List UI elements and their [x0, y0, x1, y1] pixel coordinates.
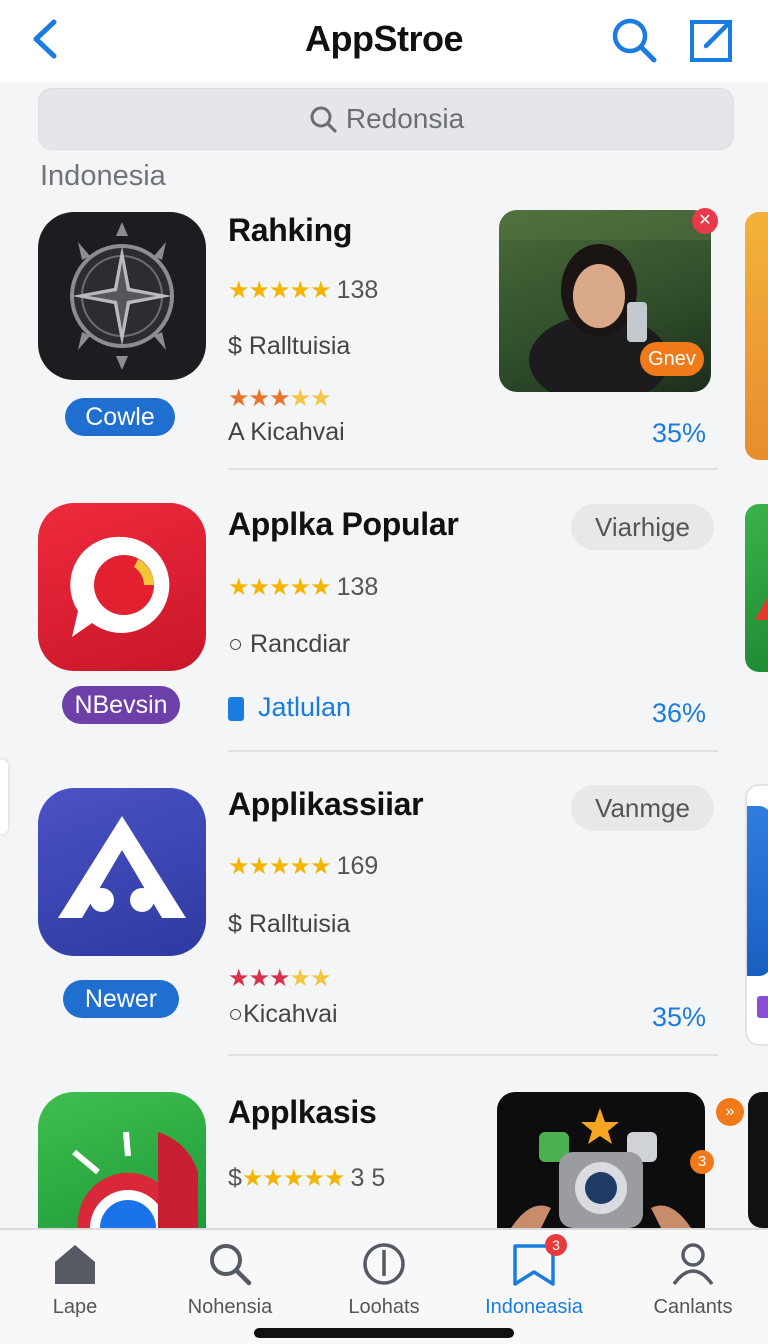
app-name[interactable]: Applkasis	[228, 1094, 377, 1131]
next-item-peek[interactable]	[745, 784, 768, 1046]
dollar-icon: $	[228, 910, 249, 938]
app-link-text: Jatlulan	[258, 692, 352, 722]
header: AppStroe	[0, 0, 768, 82]
rating-row: $ ★★★★★ 3 5	[228, 1164, 385, 1193]
compose-button[interactable]	[686, 14, 738, 66]
tab-label: Loohats	[348, 1296, 420, 1318]
app-meta-text: Kicahvai	[243, 1000, 338, 1028]
percent-label: 35%	[651, 418, 706, 448]
app-meta-text: Rancdiar	[250, 630, 351, 658]
app-meta: ○ Rancdiar	[228, 630, 350, 659]
person-icon	[672, 1243, 714, 1286]
app-name[interactable]: Applikassiiar	[228, 786, 424, 823]
search-placeholder: Redonsia	[345, 103, 465, 134]
secondary-rating: ★★★★★	[228, 964, 337, 993]
tab-search[interactable]: Nohensia	[155, 1242, 305, 1332]
tab-label: Canlants	[653, 1296, 733, 1318]
star-rating: ★★★★★	[228, 385, 332, 412]
app-pill[interactable]: Cowle	[65, 398, 175, 436]
compass-icon	[70, 222, 174, 370]
phone-icon	[228, 696, 244, 721]
compose-icon	[690, 19, 733, 62]
star-rating: ★★★★★	[241, 1165, 346, 1192]
dollar-icon: $	[228, 1164, 242, 1192]
tab-home[interactable]: Lapе	[0, 1242, 150, 1332]
next-item-peek[interactable]	[745, 212, 768, 460]
divider	[228, 750, 718, 752]
app-meta-text: Ralltuisia	[248, 332, 351, 360]
app-pill[interactable]: Newer	[63, 980, 179, 1018]
app-meta: $ Ralltuisia	[228, 910, 350, 939]
thumbnail-label[interactable]: Gnev	[640, 342, 704, 376]
percent-label: 36%	[651, 698, 706, 728]
app-meta: $ Ralltuisia	[228, 332, 350, 361]
tab-indonesia[interactable]: 3 Indoneasia	[459, 1234, 609, 1332]
circle-icon: ○	[228, 630, 251, 658]
browser-icon	[72, 1131, 198, 1228]
rating-row: ★★★★★ 138	[228, 573, 378, 602]
clock-icon	[363, 1243, 405, 1285]
search-icon	[210, 1244, 252, 1286]
forward-icon[interactable]: »	[716, 1098, 744, 1126]
close-icon[interactable]: ✕	[692, 208, 718, 234]
a-app-icon[interactable]	[38, 788, 206, 956]
next-item-peek[interactable]	[745, 504, 768, 672]
percent-label: 35%	[651, 1002, 706, 1032]
chat-app-icon[interactable]	[38, 503, 206, 671]
next-item-peek[interactable]	[748, 1092, 768, 1228]
tab-bar: Lapе Nohensia Loohats 3 Indoneasia Canla…	[0, 1228, 768, 1344]
rating-row: ★★★★★ 138	[228, 276, 378, 305]
section-label: Indonesia	[40, 160, 166, 192]
app-meta: ○Kicahvai	[228, 1000, 338, 1029]
left-edge-peek[interactable]	[0, 760, 8, 834]
app-name[interactable]: Applka Popular	[228, 506, 459, 543]
tab-label: Nohensia	[187, 1296, 273, 1318]
preview-thumbnail[interactable]	[497, 1092, 705, 1228]
star-rating: ★★★★★	[228, 574, 332, 601]
tab-accounts[interactable]: Canlants	[618, 1242, 768, 1332]
secondary-rating: ★★★★★	[228, 384, 337, 413]
header-search-button[interactable]	[608, 14, 660, 66]
app-link[interactable]: Jatlulan	[228, 692, 351, 723]
camera-robot-icon	[511, 1108, 691, 1228]
circle-icon: ○	[228, 1000, 244, 1028]
star-rating: ★★★★★	[228, 853, 332, 880]
notification-badge: 3	[545, 1234, 567, 1256]
get-button[interactable]: Viarhige	[571, 504, 714, 550]
rating-row: ★★★★★ 169	[228, 852, 378, 881]
search-icon	[310, 106, 337, 133]
tab-updates[interactable]: Loohats	[309, 1242, 459, 1332]
rating-count: 3 5	[350, 1164, 386, 1192]
star-rating: ★★★★★	[228, 965, 332, 992]
search-icon	[612, 18, 657, 63]
divider	[228, 468, 718, 470]
rating-count: 169	[336, 852, 379, 880]
tab-label: Indoneasia	[485, 1296, 583, 1318]
chat-bubble-icon	[70, 536, 170, 637]
divider	[228, 1054, 718, 1056]
rating-count: 138	[336, 276, 379, 304]
app-meta: A Kicahvai	[228, 418, 345, 446]
app-pill[interactable]: NBevsin	[62, 686, 180, 724]
dollar-icon: $	[228, 332, 249, 360]
compass-app-icon[interactable]	[38, 212, 206, 380]
rating-count: 138	[336, 573, 379, 601]
app-meta-text: Ralltuisia	[248, 910, 351, 938]
star-rating: ★★★★★	[228, 277, 332, 304]
home-indicator[interactable]	[254, 1328, 514, 1338]
get-button[interactable]: Vanmge	[571, 785, 714, 831]
search-input[interactable]: Redonsia	[38, 88, 734, 150]
letter-a-icon	[58, 816, 186, 918]
browser-app-icon[interactable]	[38, 1092, 206, 1228]
home-icon	[55, 1245, 95, 1284]
thumbnail-badge: 3	[690, 1150, 714, 1174]
app-name[interactable]: Rahking	[228, 212, 352, 249]
tab-label: Lapе	[52, 1296, 98, 1318]
